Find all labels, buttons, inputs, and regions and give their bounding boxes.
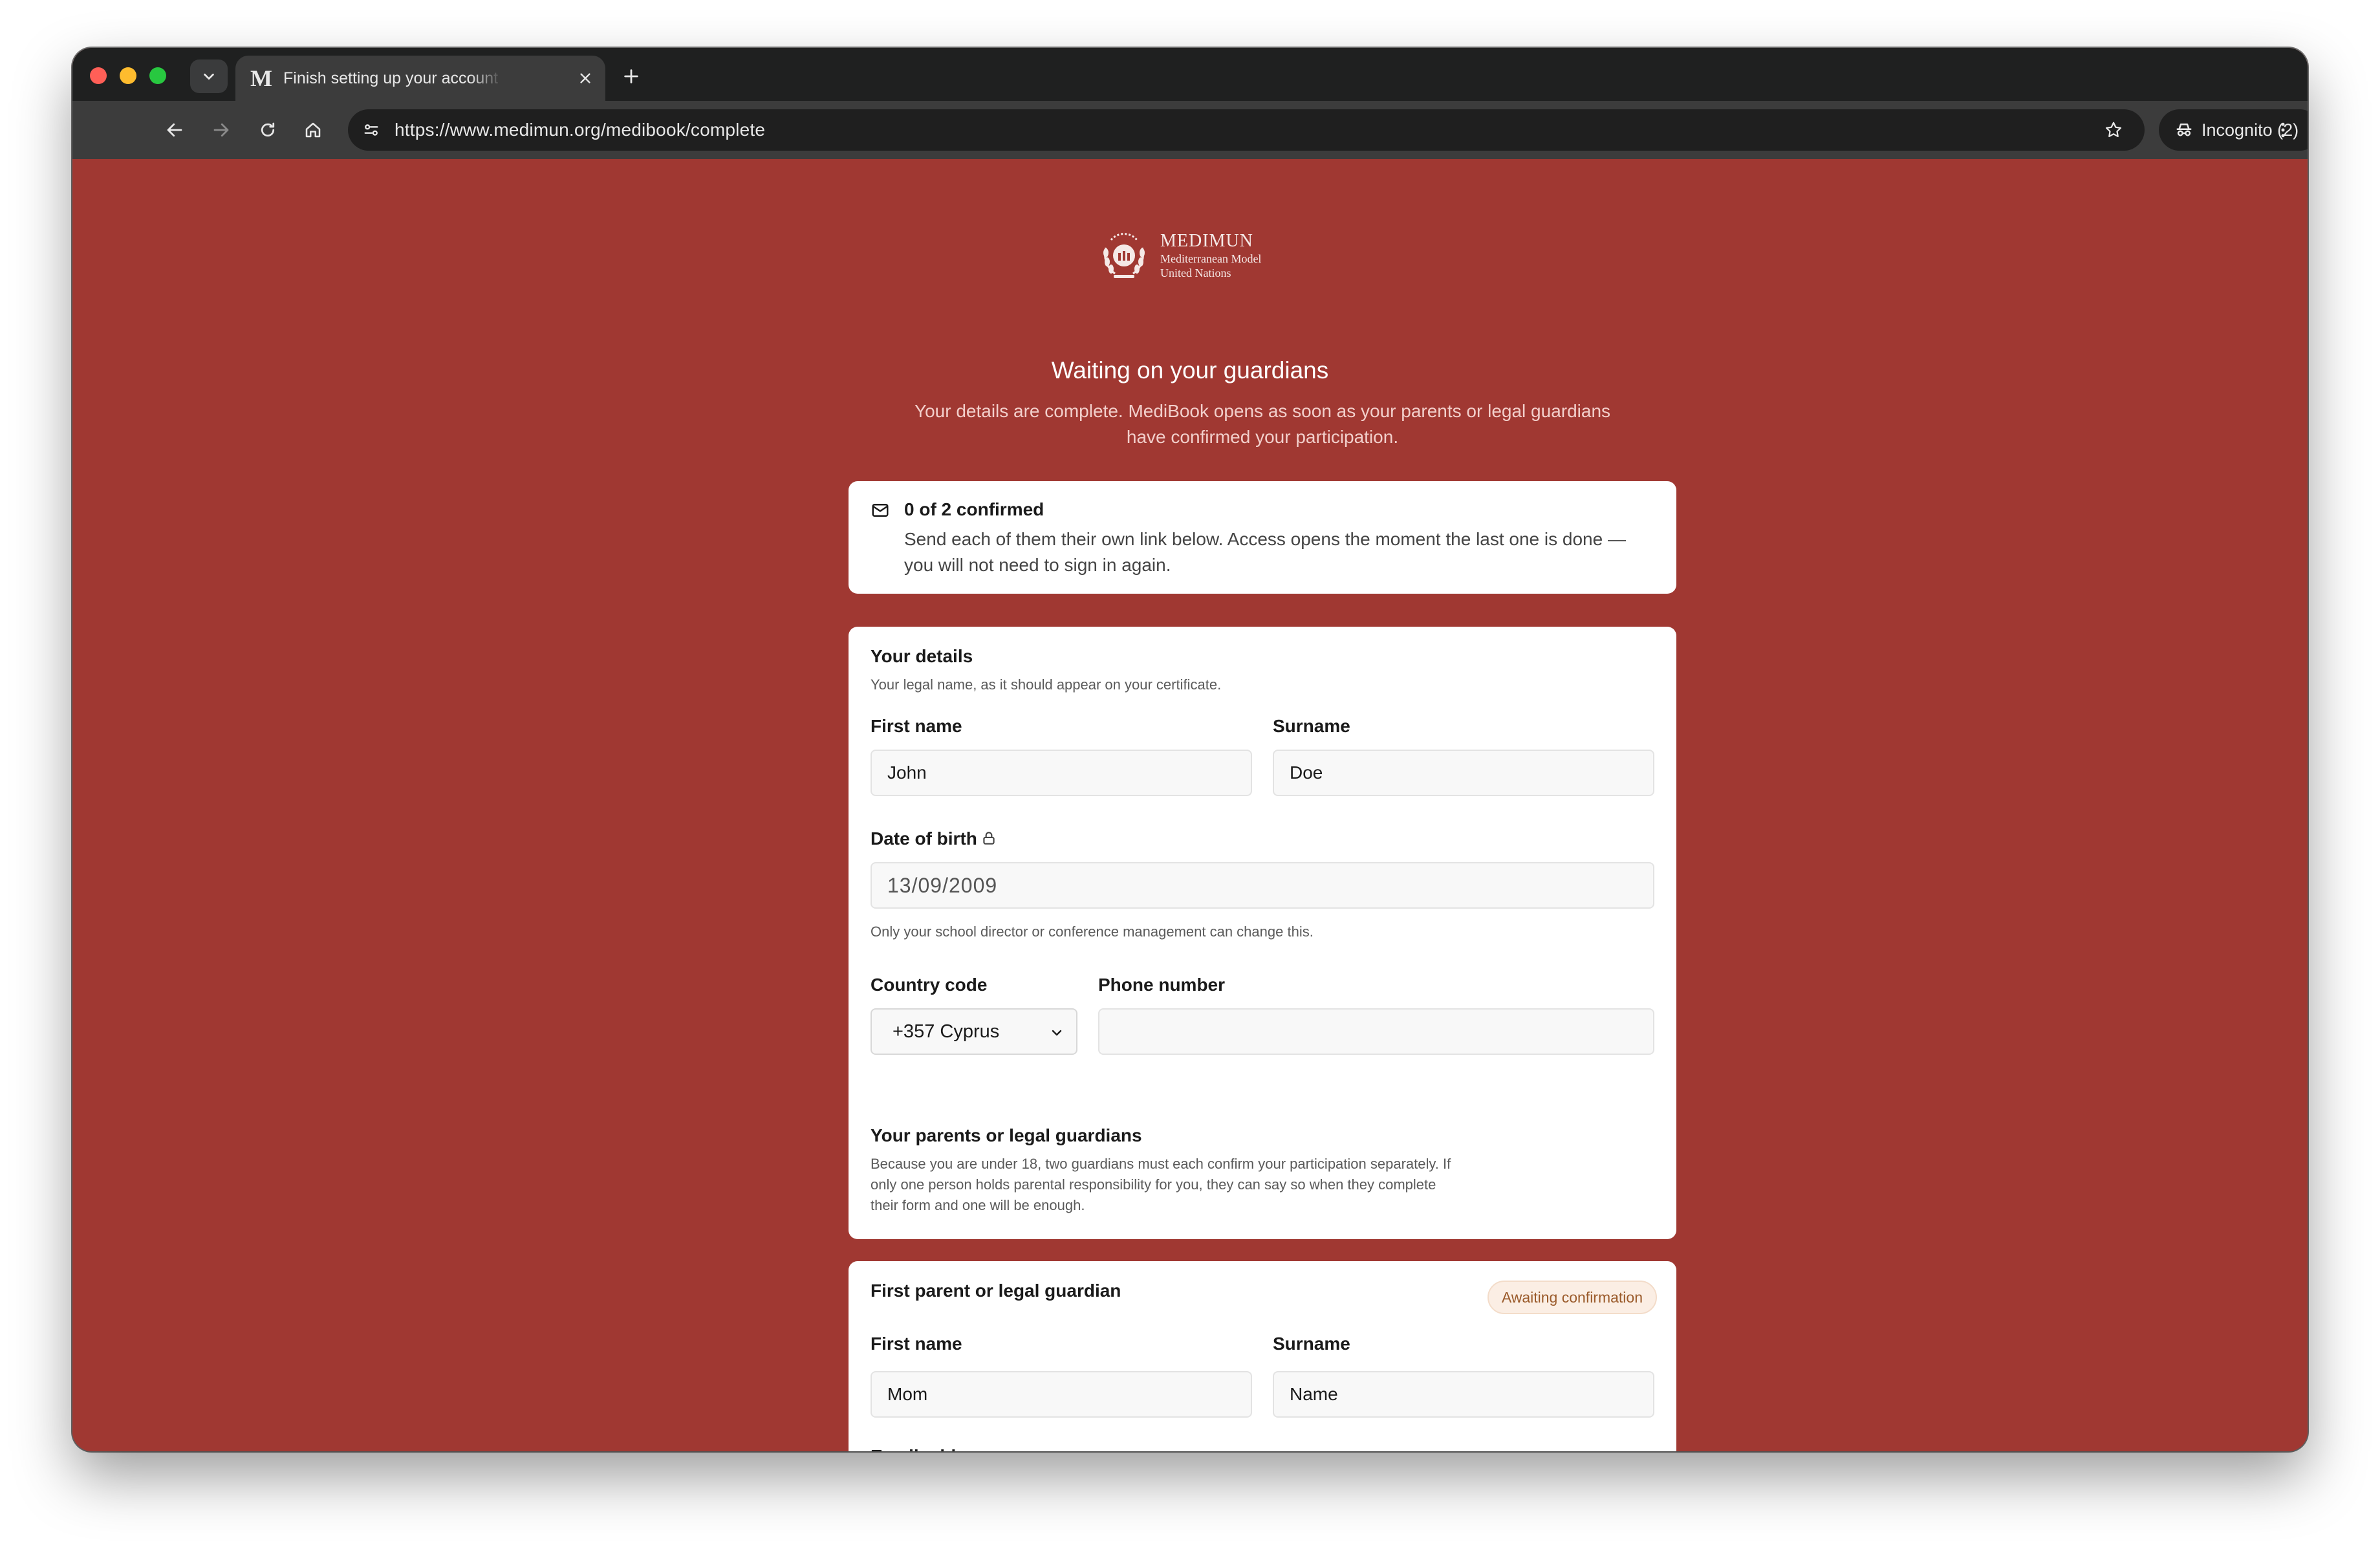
first-name-input[interactable] <box>871 750 1252 796</box>
guardians-title: Your parents or legal guardians <box>871 1125 1142 1145</box>
first-guardian-title: First parent or legal guardian <box>871 1281 1121 1301</box>
guardian-surname-input[interactable] <box>1273 1371 1654 1418</box>
minimize-window-button[interactable] <box>120 67 136 84</box>
first-guardian-card: First parent or legal guardian Awaiting … <box>849 1261 1676 1451</box>
your-details-card: Your details Your legal name, as it shou… <box>849 627 1676 1131</box>
tab-close-icon[interactable] <box>574 67 596 89</box>
site-info-icon[interactable] <box>360 118 383 142</box>
arrow-right-icon <box>213 123 229 137</box>
status-badge: Awaiting confirmation <box>1487 1281 1657 1314</box>
guardian-email-label: Email address <box>871 1446 993 1451</box>
guardian-first-name-label: First name <box>871 1334 962 1354</box>
incognito-icon <box>2176 124 2192 136</box>
address-bar[interactable]: https://www.medimun.org/medibook/complet… <box>348 109 2145 151</box>
your-details-description: Your legal name, as it should appear on … <box>871 676 1222 693</box>
surname-input[interactable] <box>1273 750 1654 796</box>
date-of-birth-note: Only your school director or conference … <box>871 924 1314 940</box>
guardians-description: Because you are under 18, two guardians … <box>871 1156 1451 1213</box>
surname-label: Surname <box>1273 716 1350 736</box>
guardian-surname-label: Surname <box>1273 1334 1350 1354</box>
maximize-window-button[interactable] <box>149 67 166 84</box>
confirmation-instructions: Send each of them their own link below. … <box>904 529 1626 575</box>
logo-sub-line2: United Nations <box>1160 266 1231 279</box>
phone-number-label: Phone number <box>1098 975 1226 995</box>
page-content: MEDIMUN Mediterranean Model United Natio… <box>72 159 2308 1451</box>
logo-name: MEDIMUN <box>1160 231 1253 251</box>
tab-title: Finish setting up your account <box>283 69 499 87</box>
date-of-birth-label: Date of birth <box>871 828 977 849</box>
browser-toolbar: https://www.medimun.org/medibook/complet… <box>72 101 2308 159</box>
arrow-left-icon <box>167 123 182 137</box>
guardian-first-name-input[interactable] <box>871 1371 1252 1418</box>
country-code-label: Country code <box>871 975 988 995</box>
medimun-favicon-icon: M <box>250 65 272 91</box>
confirmation-status-card: 0 of 2 confirmed Send each of them their… <box>849 481 1676 594</box>
title-bar: M Finish setting up your account <box>72 48 2308 101</box>
back-button[interactable] <box>159 114 190 146</box>
chevron-down-icon <box>204 73 214 80</box>
reload-button[interactable] <box>252 114 283 146</box>
country-code-value: +357 Cyprus <box>892 1021 1000 1042</box>
country-code-select[interactable]: +357 Cyprus <box>871 1008 1077 1055</box>
page-title: Waiting on your guardians <box>1051 357 1329 384</box>
confirmation-count: 0 of 2 confirmed <box>904 499 1044 519</box>
forward-button[interactable] <box>206 114 237 146</box>
more-vertical-icon <box>2281 122 2285 138</box>
date-of-birth-input <box>871 862 1654 909</box>
phone-number-input[interactable] <box>1098 1008 1654 1055</box>
tab-active[interactable]: M Finish setting up your account <box>235 56 605 101</box>
lock-icon <box>983 832 995 845</box>
chevron-down-icon <box>1052 1030 1062 1036</box>
mail-icon <box>872 504 889 517</box>
new-tab-button[interactable] <box>617 62 645 91</box>
guardians-info-card: Your parents or legal guardians Because … <box>849 1106 1676 1239</box>
bookmark-star-icon[interactable] <box>2101 117 2126 143</box>
reload-icon <box>261 122 275 137</box>
home-icon <box>305 122 321 138</box>
plus-icon <box>624 69 638 83</box>
close-window-button[interactable] <box>90 67 107 84</box>
medimun-logo: MEDIMUN Mediterranean Model United Natio… <box>1097 228 1284 283</box>
browser-window: M Finish setting up your account https:/… <box>72 48 2308 1451</box>
medimun-emblem-icon <box>1103 233 1145 278</box>
your-details-title: Your details <box>871 646 973 666</box>
browser-menu-button[interactable] <box>2267 114 2299 146</box>
first-name-label: First name <box>871 716 962 736</box>
logo-sub-line1: Mediterranean Model <box>1160 252 1262 265</box>
page-subtitle: Your details are complete. MediBook open… <box>914 401 1611 447</box>
tab-search-button[interactable] <box>190 60 228 93</box>
home-button[interactable] <box>298 114 329 146</box>
url-text: https://www.medimun.org/medibook/complet… <box>395 120 766 140</box>
